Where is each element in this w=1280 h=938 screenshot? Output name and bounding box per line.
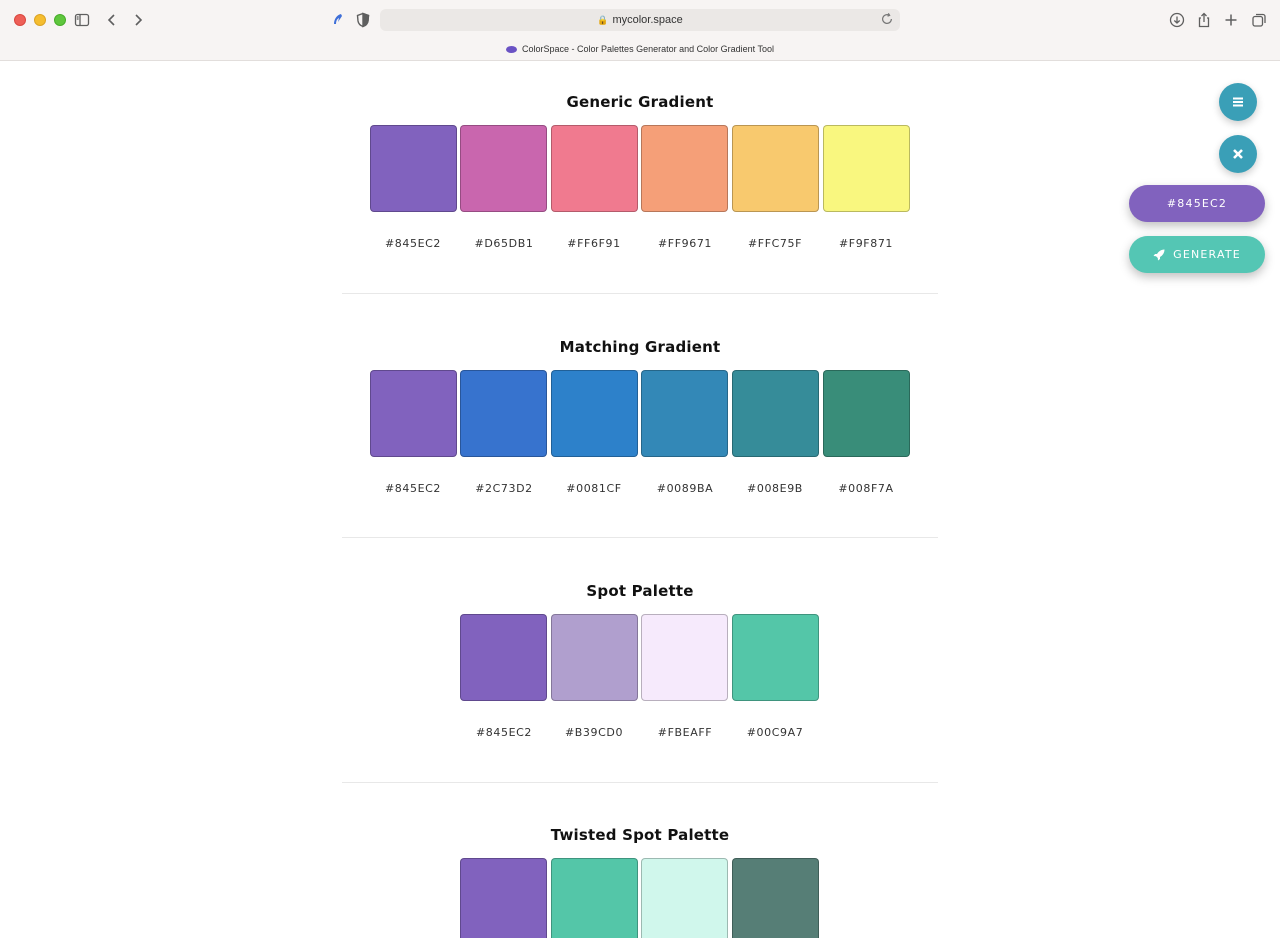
address-bar[interactable]: 🔒 mycolor.space [380,9,900,31]
color-swatch[interactable] [641,614,728,701]
browser-toolbar: 🔒 mycolor.space ColorSpace - Color Palet… [0,0,1280,61]
color-swatch[interactable] [641,125,728,212]
zoom-window-button[interactable] [54,14,66,26]
back-icon[interactable] [102,10,122,30]
color-swatch[interactable] [460,614,547,701]
color-swatch[interactable] [460,858,547,938]
palette [342,614,938,702]
color-swatch[interactable] [370,370,457,457]
download-icon[interactable] [1167,10,1187,30]
section-spot-palette: Spot Palette #845EC2 #B39CD0 #FBEAFF #00… [342,582,938,752]
color-hex-label[interactable]: #008F7A [821,482,911,495]
color-swatch[interactable] [732,614,819,701]
reload-icon[interactable] [880,12,894,26]
close-window-button[interactable] [14,14,26,26]
color-hex-label[interactable]: #F9F871 [821,237,911,250]
color-hex-label[interactable]: #2C73D2 [459,482,549,495]
color-swatch[interactable] [732,125,819,212]
window-controls [14,14,66,26]
color-swatch[interactable] [460,125,547,212]
palette [342,125,938,213]
section-title: Generic Gradient [566,93,714,111]
color-hex-label[interactable]: #FFC75F [730,237,820,250]
shield-icon[interactable] [353,10,373,30]
palette [342,858,938,938]
privacy-icon[interactable] [328,10,348,30]
color-hex-label[interactable]: #00C9A7 [730,726,820,739]
color-hex-label[interactable]: #845EC2 [459,726,549,739]
color-swatch[interactable] [823,125,910,212]
color-hex-label[interactable]: #D65DB1 [459,237,549,250]
page-content: Generic Gradient #845EC2 #D65DB1 #FF6F91… [0,61,1280,938]
section-divider [342,782,938,783]
color-hex-label[interactable]: #FBEAFF [640,726,730,739]
section-divider [342,537,938,538]
favicon-icon [506,45,518,53]
color-hex-label[interactable]: #0081CF [549,482,639,495]
generate-button[interactable]: GENERATE [1129,236,1265,273]
section-title: Twisted Spot Palette [550,826,730,844]
minimize-window-button[interactable] [34,14,46,26]
new-tab-icon[interactable] [1221,10,1241,30]
url-text: mycolor.space [612,14,683,26]
color-hex-label[interactable]: #845EC2 [368,237,458,250]
color-swatch[interactable] [551,125,638,212]
section-divider [342,293,938,294]
sidebar-icon[interactable] [72,10,92,30]
color-swatch[interactable] [551,614,638,701]
section-title: Matching Gradient [559,338,721,356]
color-hex-label[interactable]: #FF6F91 [549,237,639,250]
rocket-icon [1153,249,1165,260]
color-swatch[interactable] [551,370,638,457]
color-hex-label[interactable]: #B39CD0 [549,726,639,739]
color-swatch[interactable] [370,125,457,212]
tab-title[interactable]: ColorSpace - Color Palettes Generator an… [0,44,1280,54]
tabs-overview-icon[interactable] [1249,10,1269,30]
tab-title-text: ColorSpace - Color Palettes Generator an… [522,44,774,54]
close-button[interactable] [1219,135,1257,173]
menu-button[interactable] [1219,83,1257,121]
section-title: Spot Palette [586,582,694,600]
share-icon[interactable] [1194,10,1214,30]
forward-icon[interactable] [128,10,148,30]
current-color-button[interactable]: #845EC2 [1129,185,1265,222]
color-swatch[interactable] [732,370,819,457]
color-swatch[interactable] [460,370,547,457]
section-twisted-spot-palette: Twisted Spot Palette [342,826,938,938]
color-swatch[interactable] [732,858,819,938]
color-hex-label[interactable]: #0089BA [640,482,730,495]
close-icon [1233,149,1243,159]
color-swatch[interactable] [823,370,910,457]
section-matching-gradient: Matching Gradient #845EC2 #2C73D2 #0081C… [342,338,938,508]
color-swatch[interactable] [641,858,728,938]
color-hex-label[interactable]: #845EC2 [368,482,458,495]
menu-icon [1233,97,1243,107]
color-swatch[interactable] [641,370,728,457]
color-hex-label[interactable]: #008E9B [730,482,820,495]
section-generic-gradient: Generic Gradient #845EC2 #D65DB1 #FF6F91… [342,93,938,263]
color-hex-label[interactable]: #FF9671 [640,237,730,250]
generate-label: GENERATE [1173,248,1241,261]
lock-icon: 🔒 [597,14,609,25]
palette [342,370,938,458]
current-color-label: #845EC2 [1166,197,1228,210]
color-swatch[interactable] [551,858,638,938]
